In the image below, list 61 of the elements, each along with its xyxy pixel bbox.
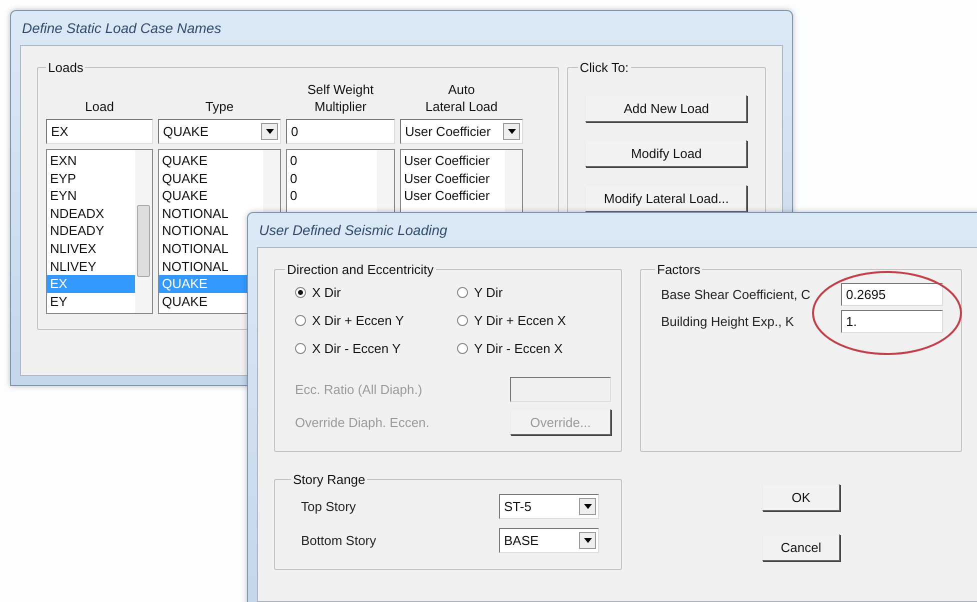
radio-option[interactable]: X Dir - Eccen Y (295, 339, 457, 357)
list-item[interactable]: 0 (287, 170, 377, 188)
list-item[interactable]: EXN (47, 152, 135, 170)
field-label: Bottom Story (301, 532, 376, 548)
dropdown[interactable]: BASE (499, 528, 599, 552)
group-label: Click To: (578, 60, 630, 75)
group-label: Direction and Eccentricity (286, 262, 435, 277)
field-label: Top Story (301, 498, 356, 514)
list-item[interactable]: EY (47, 292, 135, 310)
radio-option[interactable]: X Dir (295, 283, 457, 301)
list-item[interactable]: EYN (47, 187, 135, 205)
dropdown[interactable]: QUAKE (158, 119, 281, 144)
radio-option[interactable]: Y Dir - Eccen X (457, 339, 611, 357)
group-label: Loads (47, 60, 84, 75)
input-field[interactable]: 0.2695 (841, 283, 943, 306)
action-button[interactable]: Modify Load (585, 140, 748, 167)
dialog-button[interactable]: Cancel (762, 534, 840, 561)
list-item[interactable]: 0 (287, 152, 377, 170)
radio-option[interactable]: Y Dir + Eccen X (457, 311, 611, 329)
radio-icon[interactable] (457, 314, 468, 326)
dropdown[interactable]: User Coefficier (400, 119, 523, 144)
list-item[interactable]: QUAKE (159, 170, 263, 188)
window-title: Define Static Load Case Names (21, 19, 222, 38)
field-label: Building Height Exp., K (661, 314, 794, 329)
input-field[interactable]: EX (46, 119, 153, 144)
list-item[interactable]: QUAKE (159, 152, 263, 170)
scrollbar-thumb[interactable] (137, 205, 150, 277)
radio-icon[interactable] (457, 286, 468, 298)
list-item[interactable]: NDEADY (47, 222, 135, 240)
list-item[interactable]: NLIVEX (47, 240, 135, 258)
scrollbar[interactable] (135, 150, 152, 313)
input-field[interactable]: 0 (286, 119, 395, 144)
list-item[interactable]: User Coefficier (401, 170, 505, 188)
group-label: Story Range (292, 472, 366, 487)
radio-icon[interactable] (295, 286, 306, 298)
input-field[interactable]: 1. (841, 310, 943, 333)
column-header: Auto Lateral Load (424, 81, 499, 116)
list-item[interactable]: 0 (287, 187, 377, 205)
radio-option[interactable]: X Dir + Eccen Y (295, 311, 457, 329)
action-button[interactable]: Modify Lateral Load... (585, 185, 748, 212)
list-item[interactable]: NLIVEY (47, 258, 135, 276)
dropdown[interactable]: ST-5 (499, 494, 599, 518)
radio-icon[interactable] (295, 314, 306, 326)
radio-icon[interactable] (457, 342, 468, 354)
list-item[interactable]: NDEADX (47, 204, 135, 222)
list-item[interactable]: User Coefficier (401, 187, 505, 205)
group-label: Factors (656, 262, 702, 277)
field-label: Base Shear Coefficient, C (661, 287, 810, 302)
column-header: Type (204, 98, 235, 116)
column-header: Self Weight Multiplier (306, 81, 375, 116)
list-item[interactable]: EYP (47, 170, 135, 188)
action-button[interactable]: Add New Load (585, 95, 748, 122)
list-item[interactable]: User Coefficier (401, 152, 505, 170)
radio-icon[interactable] (295, 342, 306, 354)
field-label: Override Diaph. Eccen. (295, 414, 430, 430)
list-item[interactable]: QUAKE (159, 187, 263, 205)
dialog-button[interactable]: OK (762, 484, 840, 511)
radio-option[interactable]: Y Dir (457, 283, 611, 301)
list-box[interactable]: EXN EYP EYN NDEADX NDEADY NLIVEX NLIVEY EX EY (46, 149, 153, 314)
column-header: Load (84, 98, 115, 116)
field-label: Ecc. Ratio (All Diaph.) (295, 382, 422, 396)
